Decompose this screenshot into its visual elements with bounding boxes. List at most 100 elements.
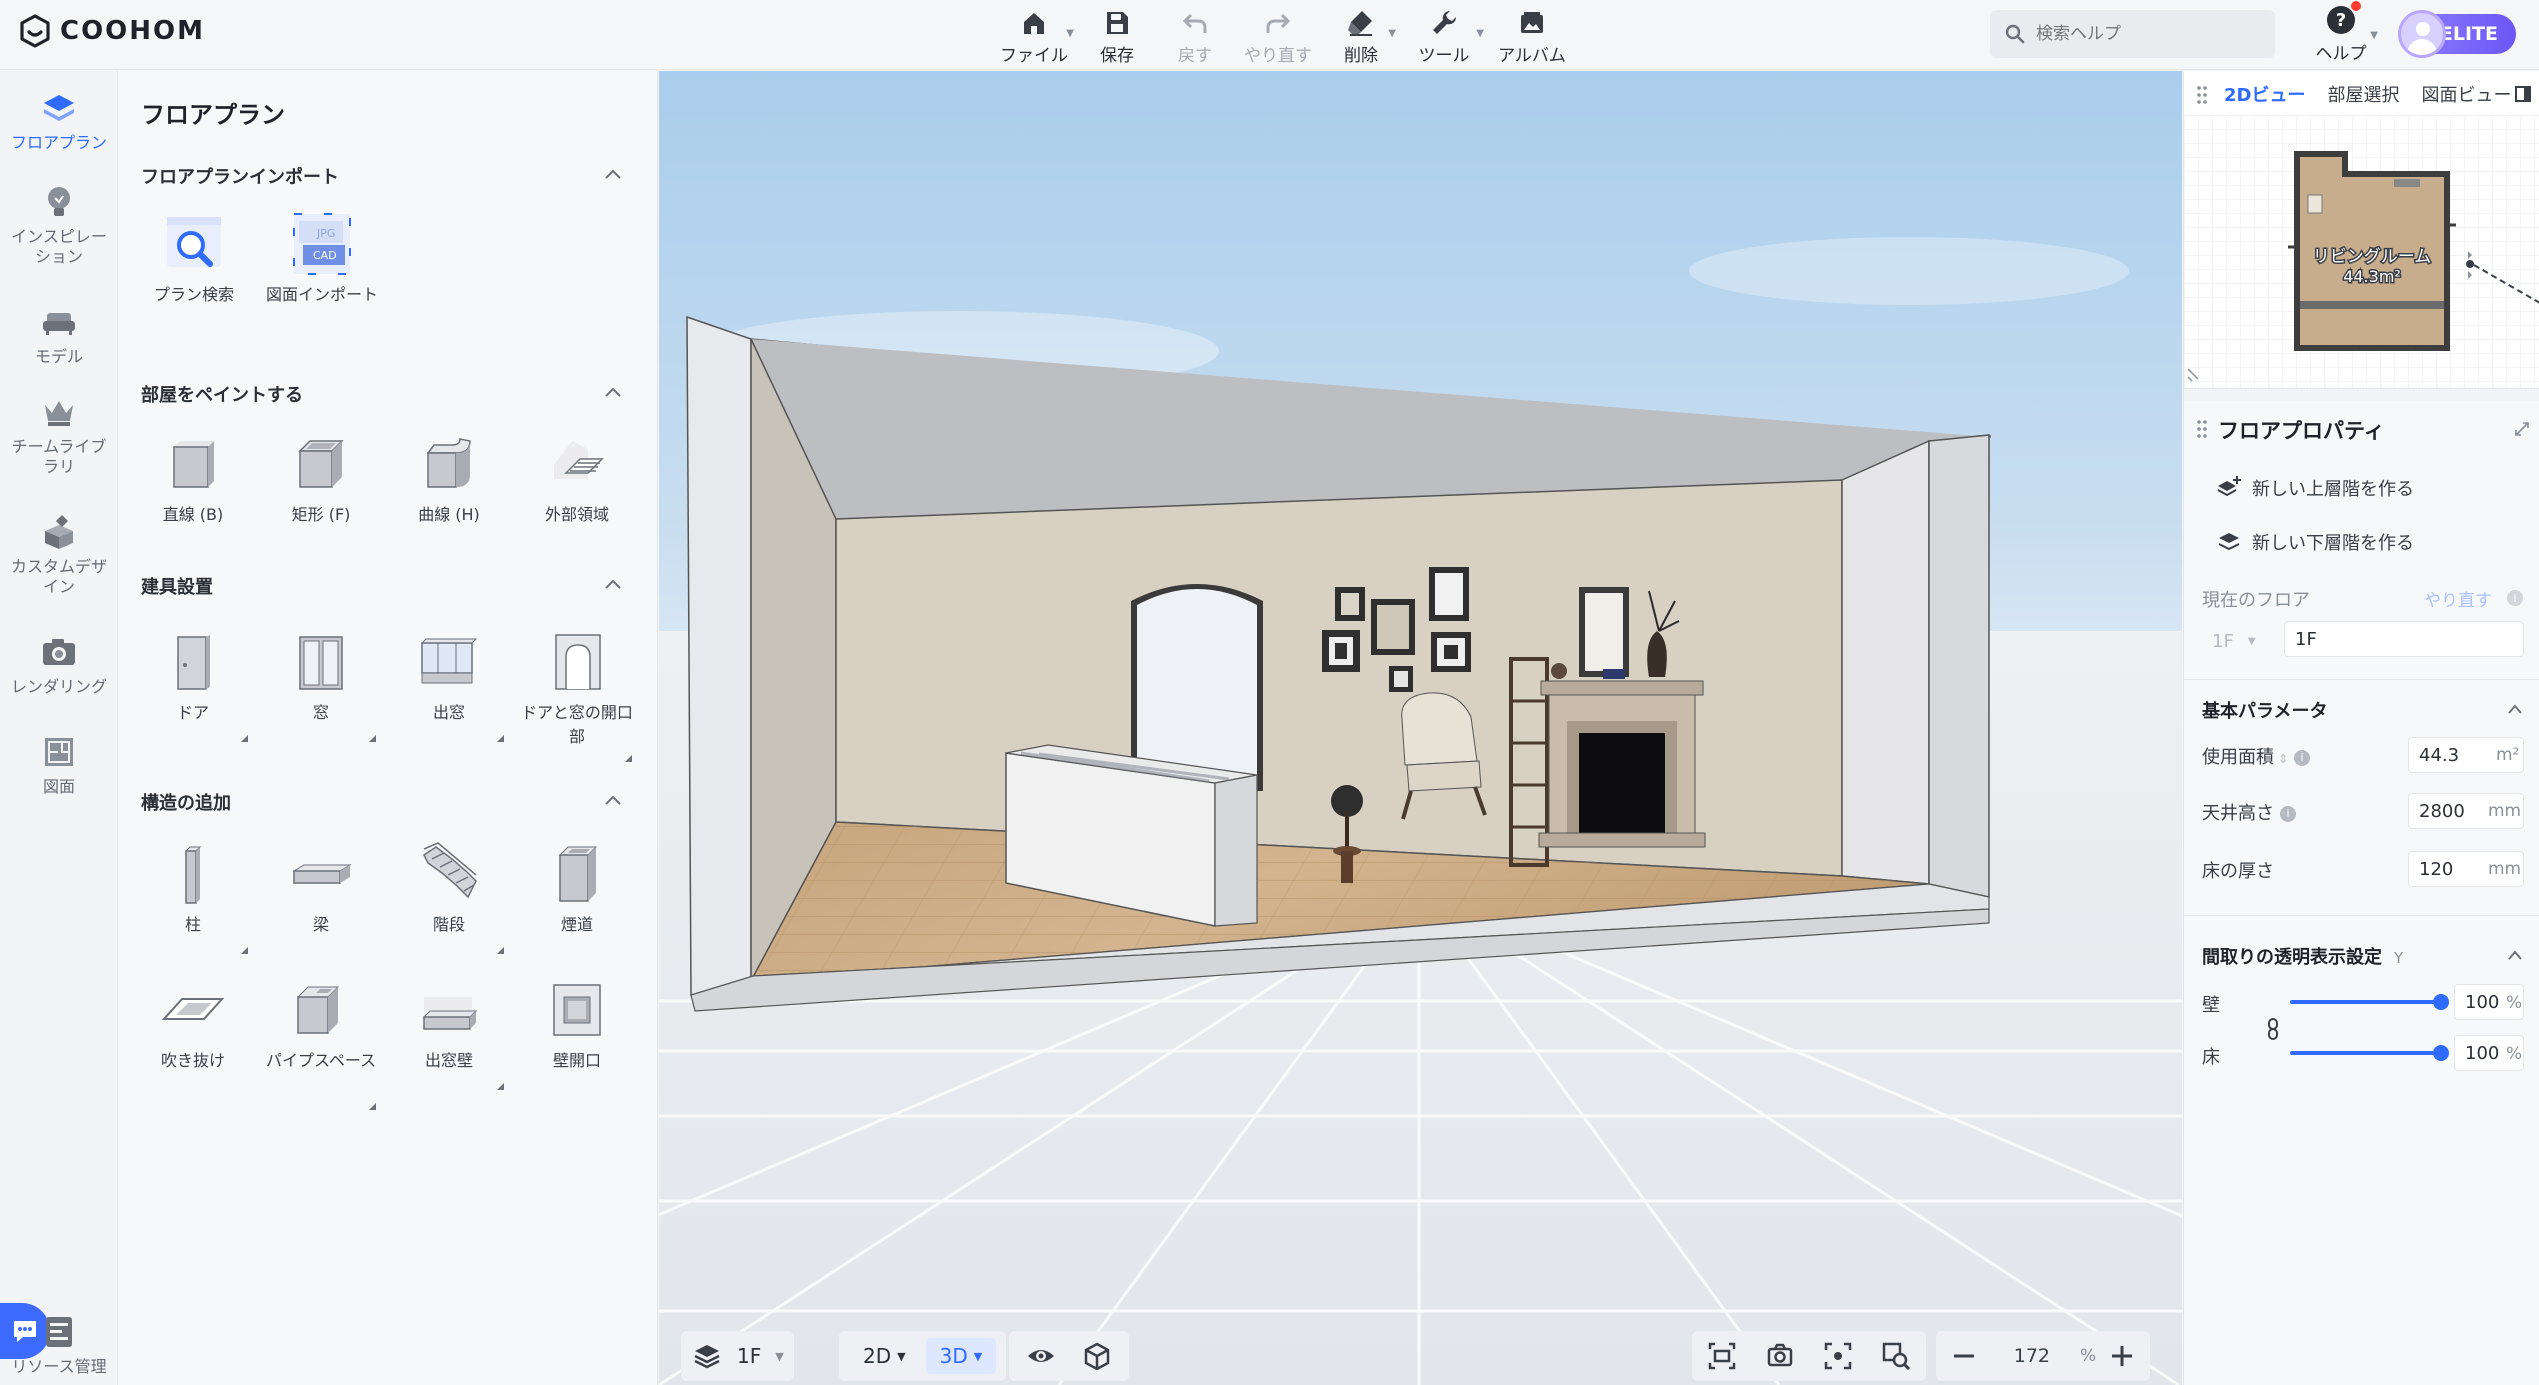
3d-viewport[interactable]: 1F ▼ 2D ▼ 3D ▼ 172 % bbox=[659, 71, 2182, 1385]
home-icon bbox=[1024, 13, 1044, 34]
info-icon: i bbox=[2507, 590, 2523, 606]
rail-item-drawing[interactable]: 図面 bbox=[0, 731, 118, 797]
rail-item-model[interactable]: モデル bbox=[0, 301, 118, 367]
tab-2d-view[interactable]: 2Dビュー bbox=[2224, 81, 2305, 107]
minimap[interactable]: 2Dビュー 部屋選択 図面ビュー リビングルーム 44.3m² bbox=[2184, 71, 2539, 389]
tool-plan-search[interactable]: プラン検索 bbox=[129, 211, 259, 307]
camera-settings-icon[interactable] bbox=[1764, 1340, 1796, 1372]
rail-item-inspiration[interactable]: インスピレーション bbox=[0, 181, 118, 267]
zoom-out-icon[interactable] bbox=[1948, 1340, 1980, 1372]
wall-slider-knob[interactable] bbox=[2433, 994, 2449, 1010]
chevron-up-icon[interactable] bbox=[2506, 949, 2524, 961]
chevron-up-icon[interactable] bbox=[603, 167, 623, 181]
floor-opacity-label: 床 bbox=[2202, 1047, 2220, 1068]
tool-curve-room[interactable]: 曲線 (H) bbox=[384, 431, 514, 527]
rail-item-team-library[interactable]: チームライブラリ bbox=[0, 391, 118, 477]
expand-corner-icon bbox=[369, 735, 376, 742]
tool-rect-room[interactable]: 矩形 (F) bbox=[256, 431, 386, 527]
rail-item-resource-management[interactable]: リソース管理 bbox=[0, 1311, 118, 1377]
album-button[interactable]: アルバム bbox=[1488, 4, 1576, 66]
tool-outer-area[interactable]: 外部領域 bbox=[512, 431, 642, 527]
tool-bay-window[interactable]: 出窓 bbox=[384, 629, 514, 742]
cube-icon[interactable] bbox=[1081, 1340, 1113, 1372]
tool-label: 梁 bbox=[312, 915, 329, 934]
delete-menu-button[interactable]: 削除 ▼ bbox=[1322, 4, 1400, 66]
tool-atrium[interactable]: 吹き抜け bbox=[128, 977, 258, 1073]
wall-opacity-slider[interactable] bbox=[2290, 1000, 2440, 1004]
tool-column[interactable]: 柱 bbox=[128, 841, 258, 954]
chevron-up-icon[interactable] bbox=[2506, 703, 2524, 715]
redo-icon bbox=[1266, 13, 1291, 33]
redo-floor-link[interactable]: やり直す bbox=[2424, 586, 2492, 611]
link-icon[interactable] bbox=[2266, 1017, 2280, 1041]
minimap-canvas[interactable]: リビングルーム 44.3m² bbox=[2184, 115, 2539, 389]
dock-icon[interactable] bbox=[2514, 85, 2532, 103]
atrium-icon bbox=[161, 998, 225, 1020]
zoom-value[interactable]: 172 bbox=[1990, 1345, 2050, 1367]
chevron-up-icon[interactable] bbox=[603, 577, 623, 591]
wall-opening-icon bbox=[553, 984, 601, 1036]
tab-drawing-view[interactable]: 図面ビュー bbox=[2421, 81, 2511, 107]
floor-name-input[interactable]: 1F bbox=[2284, 621, 2524, 657]
wall-opacity-label: 壁 bbox=[2202, 995, 2220, 1016]
eye-icon[interactable] bbox=[1025, 1340, 1057, 1372]
search-icon bbox=[2005, 24, 2025, 44]
floor-thickness-label: 床の厚さ bbox=[2202, 861, 2274, 882]
floor-level-select[interactable]: 1F ▼ bbox=[2202, 623, 2266, 659]
drag-handle-icon[interactable] bbox=[2196, 85, 2208, 105]
chevron-up-icon[interactable] bbox=[603, 793, 623, 807]
tool-label: 煙道 bbox=[560, 915, 593, 934]
tools-menu-button[interactable]: ツール ▼ bbox=[1400, 4, 1488, 66]
bay-wall-icon bbox=[422, 997, 478, 1030]
view-2d-button[interactable]: 2D ▼ bbox=[849, 1338, 920, 1374]
sort-icon[interactable]: ⇕ bbox=[2278, 752, 2288, 766]
wall-opacity-value: 100 bbox=[2465, 991, 2500, 1013]
tool-beam[interactable]: 梁 bbox=[256, 841, 386, 937]
fit-view-icon[interactable] bbox=[1706, 1340, 1738, 1372]
sofa-icon bbox=[43, 313, 75, 335]
tool-flue[interactable]: 煙道 bbox=[512, 841, 642, 937]
help-search-input[interactable] bbox=[2036, 24, 2256, 44]
redo-button[interactable]: やり直す bbox=[1234, 4, 1322, 66]
album-label: アルバム bbox=[1498, 46, 1566, 66]
rail-item-floorplan[interactable]: フロアプラン bbox=[0, 87, 118, 153]
help-search[interactable] bbox=[1990, 10, 2275, 58]
floor-selector[interactable]: 1F ▼ bbox=[681, 1331, 794, 1381]
tool-straight-room[interactable]: 直線 (B) bbox=[128, 431, 258, 527]
add-lower-floor-button[interactable]: 新しい下層階を作る bbox=[2216, 529, 2414, 555]
chevron-up-icon[interactable] bbox=[603, 385, 623, 399]
undo-button[interactable]: 戻す bbox=[1156, 4, 1234, 66]
view-3d-button[interactable]: 3D ▼ bbox=[925, 1338, 997, 1374]
tool-window[interactable]: 窓 bbox=[256, 629, 386, 742]
tool-door[interactable]: ドア bbox=[128, 629, 258, 742]
add-upper-floor-button[interactable]: 新しい上層階を作る bbox=[2216, 475, 2414, 501]
floor-opacity-slider[interactable] bbox=[2290, 1051, 2440, 1055]
avatar[interactable] bbox=[2398, 10, 2446, 58]
tool-opening[interactable]: ドアと窓の開口部 bbox=[512, 629, 642, 762]
expand-icon[interactable] bbox=[2514, 421, 2530, 437]
tool-pipe-space[interactable]: パイプスペース bbox=[256, 977, 386, 1110]
blueprint-icon bbox=[45, 738, 73, 766]
floor-slider-knob[interactable] bbox=[2433, 1045, 2449, 1061]
drag-handle-icon[interactable] bbox=[2196, 419, 2208, 439]
tool-bay-window-wall[interactable]: 出窓壁 bbox=[384, 977, 514, 1090]
zoom-region-icon[interactable] bbox=[1880, 1340, 1912, 1372]
tab-room-select[interactable]: 部屋選択 bbox=[2327, 81, 2399, 107]
logo[interactable]: COOHOM bbox=[18, 14, 205, 48]
file-menu-button[interactable]: ファイル ▼ bbox=[990, 4, 1078, 66]
tool-drawing-import[interactable]: JPG CAD 図面インポート bbox=[257, 211, 387, 307]
focus-icon[interactable] bbox=[1822, 1340, 1854, 1372]
ceiling-height-label: 天井高さ i bbox=[2202, 799, 2296, 825]
rail-item-rendering[interactable]: レンダリング bbox=[0, 631, 118, 697]
pipe-space-icon bbox=[296, 986, 340, 1034]
filter-icon[interactable]: Y bbox=[2394, 949, 2403, 967]
rail-item-custom-design[interactable]: カスタムデザイン bbox=[0, 511, 118, 597]
help-button[interactable]: ? ヘルプ ▼ bbox=[2306, 1, 2378, 64]
divider bbox=[2184, 679, 2539, 680]
save-button[interactable]: 保存 bbox=[1078, 4, 1156, 66]
tool-wall-opening[interactable]: 壁開口 bbox=[512, 977, 642, 1073]
resource-icon bbox=[46, 1317, 72, 1347]
tool-stairs[interactable]: 階段 bbox=[384, 841, 514, 954]
zoom-in-icon[interactable] bbox=[2106, 1340, 2138, 1372]
tool-label: 階段 bbox=[432, 915, 465, 934]
